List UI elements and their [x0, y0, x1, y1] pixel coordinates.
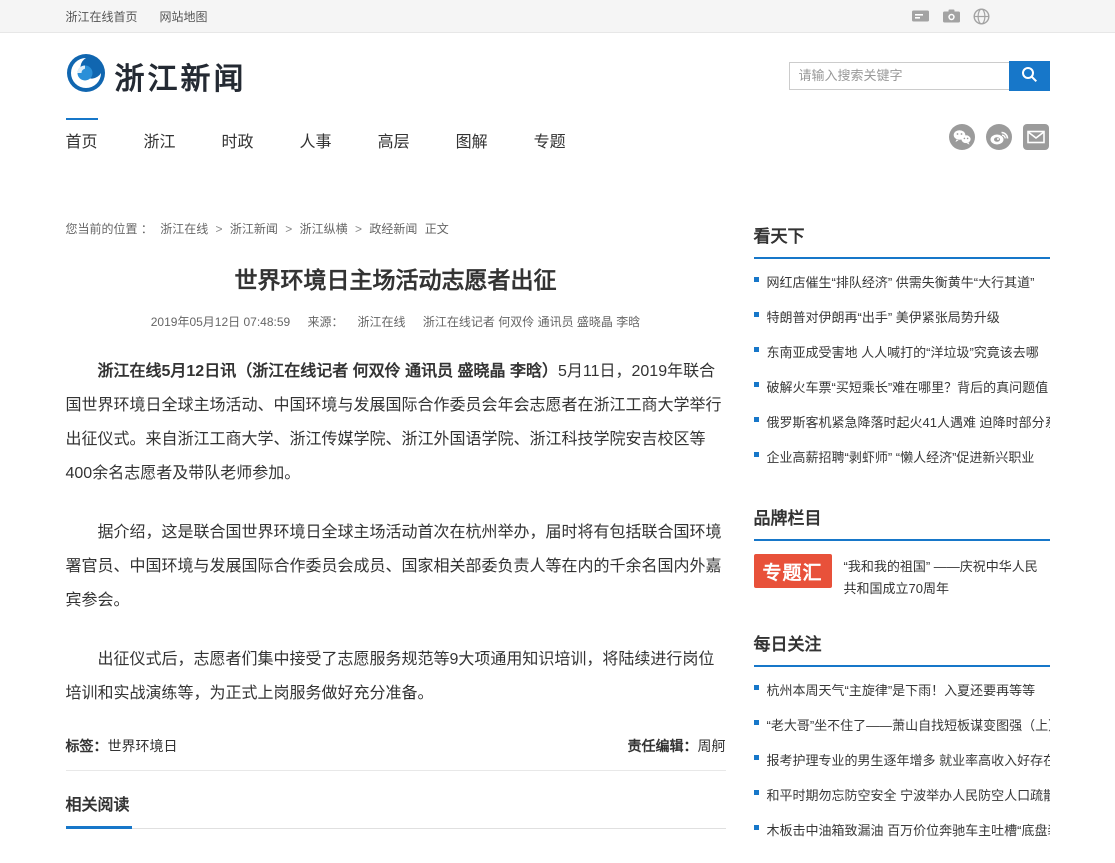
brand-feature[interactable]: 专题汇 “我和我的祖国” ——庆祝中华人民共和国成立70周年 — [754, 554, 1050, 600]
news-link[interactable]: 特朗普对伊朗再“出手” 美伊紧张局势升级 — [767, 307, 1000, 326]
news-link[interactable]: 俄罗斯客机紧急降落时起火41人遇难 迫降时部分系统 — [767, 412, 1050, 431]
breadcrumb-separator: > — [285, 222, 292, 236]
news-list-item[interactable]: 破解火车票“买短乘长”难在哪里？背后的真问题值 — [754, 369, 1050, 404]
nav-item-home[interactable]: 首页 — [66, 118, 98, 161]
news-link[interactable]: 东南亚成受害地 人人喊打的“洋垃圾”究竟该去哪 — [767, 342, 1039, 361]
news-link[interactable]: 网红店催生“排队经济” 供需失衡黄牛“大行其道” — [767, 272, 1035, 291]
article-reporters: 浙江在线记者 何双伶 通讯员 盛晓晶 李晗 — [423, 315, 640, 329]
bullet-icon — [754, 720, 759, 725]
sidebar-section-brand: 品牌栏目 专题汇 “我和我的祖国” ——庆祝中华人民共和国成立70周年 — [754, 490, 1050, 600]
news-link[interactable]: 破解火车票“买短乘长”难在哪里？背后的真问题值 — [767, 377, 1049, 396]
news-link[interactable]: 报考护理专业的男生逐年增多 就业率高收入好存在感 — [767, 750, 1050, 769]
news-list-item[interactable]: 俄罗斯客机紧急降落时起火41人遇难 迫降时部分系统 — [754, 404, 1050, 439]
breadcrumb-link[interactable]: 浙江新闻 — [230, 222, 278, 236]
bullet-icon — [754, 685, 759, 690]
nav-item-zhejiang[interactable]: 浙江 — [144, 118, 176, 161]
news-list-item[interactable]: 东南亚成受害地 人人喊打的“洋垃圾”究竟该去哪 — [754, 334, 1050, 369]
nav-item-personnel[interactable]: 人事 — [300, 118, 332, 161]
bullet-icon — [754, 382, 759, 387]
bullet-icon — [754, 312, 759, 317]
article-paragraph: 出征仪式后，志愿者们集中接受了志愿服务规范等9大项通用知识培训，将陆续进行岗位培… — [66, 643, 726, 711]
top-utility-bar: 浙江在线首页 网站地图 — [0, 0, 1115, 33]
related-reading-title: 相关阅读 — [66, 791, 132, 829]
bullet-icon — [754, 790, 759, 795]
news-list-item[interactable]: 木板击中油箱致漏油 百万价位奔驰车主吐槽“底盘装 — [754, 812, 1050, 847]
search-icon — [1021, 66, 1038, 86]
article-paragraph-text: 5月11日，2019年联合国世界环境日全球主场活动、中国环境与发展国际合作委员会… — [66, 363, 722, 482]
globe-icon[interactable] — [973, 8, 990, 25]
news-link[interactable]: 木板击中油箱致漏油 百万价位奔驰车主吐槽“底盘装 — [767, 820, 1050, 839]
breadcrumb-separator: > — [216, 222, 223, 236]
bullet-icon — [754, 825, 759, 830]
search-bar — [789, 61, 1050, 91]
sidebar-section-daily: 每日关注 杭州本周天气“主旋律”是下雨！入夏还要再等等 “老大哥”坐不住了——萧… — [754, 616, 1050, 847]
breadcrumb-label: 您当前的位置 ： — [66, 222, 153, 236]
site-logo[interactable]: 浙江新闻 — [66, 53, 247, 98]
bullet-icon — [754, 755, 759, 760]
search-input[interactable] — [789, 62, 1009, 90]
sidebar-section-title: 每日关注 — [754, 616, 1050, 667]
wechat-icon[interactable] — [948, 123, 976, 156]
topics-badge[interactable]: 专题汇 — [754, 554, 832, 588]
sidebar-section-title: 看天下 — [754, 204, 1050, 259]
article-date: 2019年05月12日 07:48:59 — [151, 315, 290, 329]
news-list-item[interactable]: “老大哥”坐不住了——萧山自找短板谋变图强（上） — [754, 707, 1050, 742]
sidebar-section-world: 看天下 网红店催生“排队经济” 供需失衡黄牛“大行其道” 特朗普对伊朗再“出手”… — [754, 204, 1050, 474]
news-link[interactable]: 杭州本周天气“主旋律”是下雨！入夏还要再等等 — [767, 680, 1036, 699]
article-paragraph: 据介绍，这是联合国世界环境日全球主场活动首次在杭州举办，届时将有包括联合国环境署… — [66, 516, 726, 618]
editor-value: 周舸 — [698, 738, 726, 754]
tag-value[interactable]: 世界环境日 — [108, 738, 178, 754]
nav-item-top-level[interactable]: 高层 — [378, 118, 410, 161]
news-list-item[interactable]: 网红店催生“排队经济” 供需失衡黄牛“大行其道” — [754, 264, 1050, 299]
article-meta: 2019年05月12日 07:48:59 来源： 浙江在线 浙江在线记者 何双伶 … — [66, 313, 726, 330]
nav-item-special[interactable]: 专题 — [534, 118, 566, 161]
breadcrumb-link[interactable]: 政经新闻 — [369, 222, 417, 236]
site-header: 浙江新闻 — [0, 33, 1115, 118]
breadcrumb-link[interactable]: 浙江在线 — [160, 222, 208, 236]
logo-text: 浙江新闻 — [115, 54, 247, 98]
sidebar: 看天下 网红店催生“排队经济” 供需失衡黄牛“大行其道” 特朗普对伊朗再“出手”… — [754, 204, 1050, 863]
bullet-icon — [754, 347, 759, 352]
sitemap-link[interactable]: 网站地图 — [160, 8, 208, 25]
search-button[interactable] — [1009, 61, 1050, 91]
news-list-item[interactable]: 特朗普对伊朗再“出手” 美伊紧张局势升级 — [754, 299, 1050, 334]
news-link[interactable]: 企业高薪招聘“剥虾师” “懒人经济”促进新兴职业 — [767, 447, 1035, 466]
bullet-icon — [754, 452, 759, 457]
main-nav: 首页 浙江 时政 人事 高层 图解 专题 — [0, 118, 1115, 204]
home-link[interactable]: 浙江在线首页 — [66, 8, 138, 25]
breadcrumb-link[interactable]: 浙江纵横 — [300, 222, 348, 236]
news-list-item[interactable]: 报考护理专业的男生逐年增多 就业率高收入好存在感 — [754, 742, 1050, 777]
related-reading-section: 相关阅读 — [66, 791, 726, 829]
breadcrumb: 您当前的位置 ： 浙江在线 > 浙江新闻 > 浙江纵横 > 政经新闻 正文 — [66, 220, 726, 237]
nav-item-politics[interactable]: 时政 — [222, 118, 254, 161]
bullet-icon — [754, 277, 759, 282]
bullet-icon — [754, 417, 759, 422]
weibo-icon[interactable] — [985, 123, 1013, 156]
editor-label: 责任编辑： — [628, 738, 698, 754]
breadcrumb-separator: > — [355, 222, 362, 236]
article: 世界环境日主场活动志愿者出征 2019年05月12日 07:48:59 来源： 浙… — [66, 261, 726, 829]
nav-item-graphics[interactable]: 图解 — [456, 118, 488, 161]
sidebar-section-title: 品牌栏目 — [754, 490, 1050, 541]
breadcrumb-current: 正文 — [425, 222, 449, 236]
news-list-item[interactable]: 企业高薪招聘“剥虾师” “懒人经济”促进新兴职业 — [754, 439, 1050, 474]
camera-icon[interactable] — [942, 8, 961, 24]
logo-swirl-icon — [66, 53, 106, 98]
card-icon[interactable] — [911, 8, 930, 24]
article-source-label: 来源： — [308, 315, 344, 329]
tag-label: 标签： — [66, 738, 108, 754]
article-title: 世界环境日主场活动志愿者出征 — [66, 261, 726, 295]
news-link[interactable]: “老大哥”坐不住了——萧山自找短板谋变图强（上） — [767, 715, 1050, 734]
news-list-item[interactable]: 杭州本周天气“主旋律”是下雨！入夏还要再等等 — [754, 672, 1050, 707]
article-paragraph: 浙江在线5月12日讯（浙江在线记者 何双伶 通讯员 盛晓晶 李晗）5月11日，2… — [66, 355, 726, 491]
news-link[interactable]: 和平时期勿忘防空安全 宁波举办人民防空人口疏散演 — [767, 785, 1050, 804]
mail-icon[interactable] — [1022, 123, 1050, 156]
article-lead: 浙江在线5月12日讯（浙江在线记者 何双伶 通讯员 盛晓晶 李晗） — [98, 363, 558, 380]
news-list-item[interactable]: 和平时期勿忘防空安全 宁波举办人民防空人口疏散演 — [754, 777, 1050, 812]
tags-row: 标签：世界环境日 责任编辑：周舸 — [66, 736, 726, 771]
article-source: 浙江在线 — [358, 315, 406, 329]
brand-feature-text[interactable]: “我和我的祖国” ——庆祝中华人民共和国成立70周年 — [844, 554, 1050, 600]
